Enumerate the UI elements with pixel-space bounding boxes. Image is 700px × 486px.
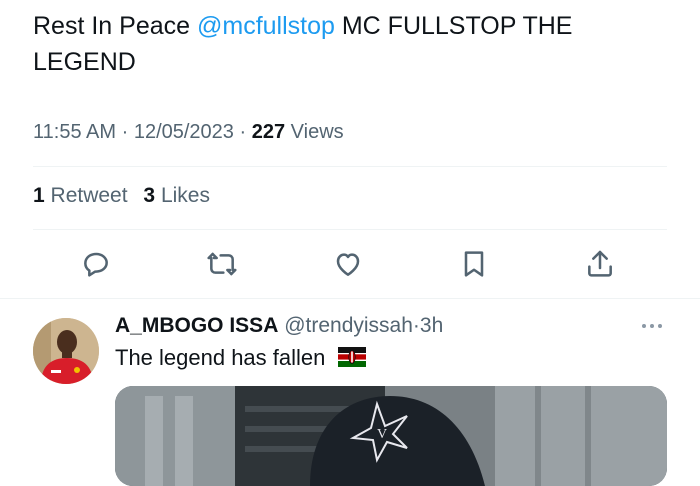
share-button[interactable] [580, 244, 620, 284]
tweet-text-prefix: Rest In Peace [33, 12, 197, 40]
tweet-meta: 11:55 AM · 12/05/2023 · 227 Views [33, 121, 344, 144]
retweets-label: Retweet [50, 184, 128, 207]
meta-separator: · [239, 121, 247, 143]
likes-stat[interactable]: 3 Likes [143, 184, 210, 207]
more-dot-icon [642, 324, 646, 328]
reply-tweet[interactable]: A_MBOGO ISSA @trendyissah·3h The legend … [0, 300, 700, 486]
reply-text-content: The legend has fallen [115, 345, 326, 370]
tweet-text: Rest In Peace @mcfullstop MC FULLSTOP TH… [33, 8, 673, 80]
views-label: Views [290, 121, 344, 143]
retweets-count: 1 [33, 184, 45, 207]
avatar-image [33, 318, 99, 384]
reply-header: A_MBOGO ISSA @trendyissah·3h [115, 314, 443, 338]
divider [33, 229, 667, 230]
retweet-icon [207, 252, 237, 276]
reply-icon [84, 252, 108, 277]
like-button[interactable] [328, 244, 368, 284]
more-dot-icon [650, 324, 654, 328]
divider [0, 298, 700, 299]
divider [33, 166, 667, 167]
svg-text:V: V [377, 427, 387, 442]
like-icon [336, 253, 360, 276]
kenya-flag-icon [337, 347, 366, 367]
bookmark-button[interactable] [454, 244, 494, 284]
reply-text: The legend has fallen [115, 345, 366, 371]
reply-separator: · [412, 314, 420, 337]
share-icon [588, 250, 612, 277]
mention-link[interactable]: @mcfullstop [197, 12, 335, 40]
retweets-stat[interactable]: 1 Retweet [33, 184, 128, 207]
reply-media-image[interactable]: V [115, 386, 667, 486]
views-count: 227 [251, 121, 286, 143]
reply-button[interactable] [76, 244, 116, 284]
media-photo: V [115, 386, 667, 486]
tweet-time[interactable]: 11:55 AM [33, 121, 116, 143]
likes-count: 3 [143, 184, 156, 207]
meta-separator: · [121, 121, 129, 143]
avatar[interactable] [33, 318, 99, 384]
retweet-button[interactable] [202, 244, 242, 284]
reply-author-name[interactable]: A_MBOGO ISSA [115, 314, 278, 337]
tweet-actions [0, 244, 700, 288]
tweet-date[interactable]: 12/05/2023 [134, 121, 234, 143]
tweet-stats: 1 Retweet 3 Likes [33, 184, 220, 208]
reply-time[interactable]: 3h [420, 314, 443, 337]
likes-label: Likes [160, 184, 210, 207]
more-options-button[interactable] [636, 314, 668, 338]
bookmark-icon [464, 251, 484, 277]
reply-author-handle[interactable]: @trendyissah [284, 314, 413, 337]
more-dot-icon [658, 324, 662, 328]
